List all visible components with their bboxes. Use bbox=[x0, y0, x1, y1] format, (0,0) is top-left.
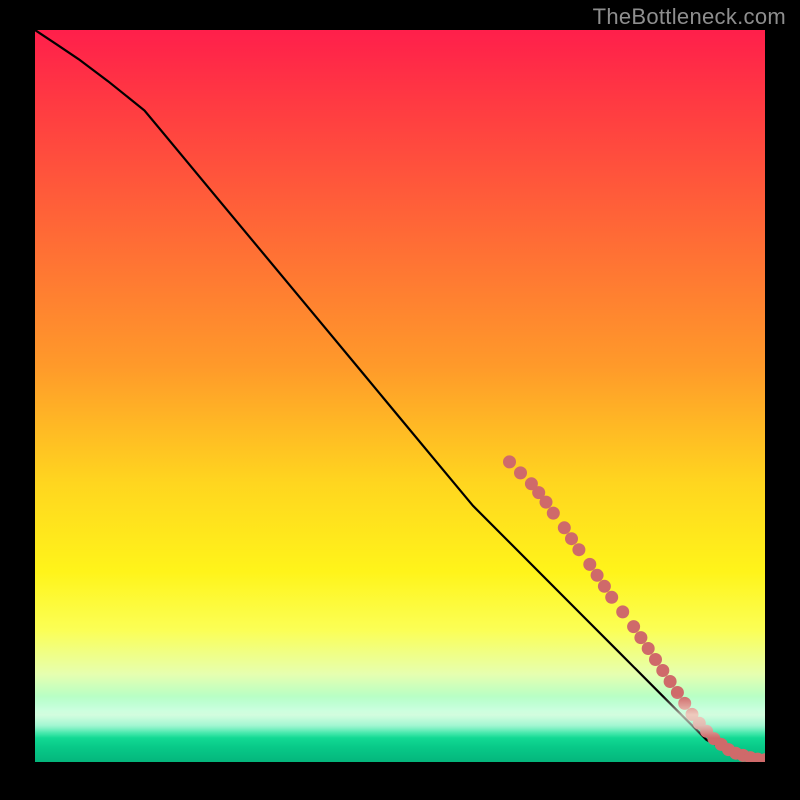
scatter-point bbox=[572, 543, 585, 556]
watermark-text: TheBottleneck.com bbox=[593, 4, 786, 30]
scatter-point bbox=[671, 686, 684, 699]
scatter-point bbox=[729, 747, 742, 760]
scatter-point bbox=[744, 751, 757, 762]
scatter-point bbox=[722, 743, 735, 756]
scatter-point bbox=[649, 653, 662, 666]
scatter-point bbox=[598, 580, 611, 593]
scatter-point bbox=[503, 455, 516, 468]
scatter-point bbox=[634, 631, 647, 644]
plot-area bbox=[35, 30, 765, 762]
scatter-point bbox=[558, 521, 571, 534]
scatter-point bbox=[565, 532, 578, 545]
scatter-point bbox=[616, 605, 629, 618]
scatter-point bbox=[514, 466, 527, 479]
scatter-point bbox=[532, 486, 545, 499]
scatter-point bbox=[707, 732, 720, 745]
scatter-point bbox=[686, 708, 699, 721]
scatter-point bbox=[547, 507, 560, 520]
scatter-point bbox=[525, 477, 538, 490]
scatter-point bbox=[627, 620, 640, 633]
scatter-point bbox=[540, 496, 553, 509]
scatter-point bbox=[664, 675, 677, 688]
scatter-point bbox=[751, 753, 764, 762]
scatter-point bbox=[693, 717, 706, 730]
scatter-point bbox=[656, 664, 669, 677]
scatter-point bbox=[642, 642, 655, 655]
chart-stage: TheBottleneck.com bbox=[0, 0, 800, 800]
scatter-points bbox=[503, 455, 765, 762]
scatter-point bbox=[737, 749, 750, 762]
scatter-point bbox=[583, 558, 596, 571]
scatter-point bbox=[591, 569, 604, 582]
scatter-point bbox=[700, 725, 713, 738]
scatter-point bbox=[715, 738, 728, 751]
bottleneck-curve bbox=[35, 30, 765, 760]
scatter-point bbox=[678, 697, 691, 710]
chart-svg bbox=[35, 30, 765, 762]
scatter-point bbox=[759, 753, 766, 762]
scatter-point bbox=[605, 591, 618, 604]
